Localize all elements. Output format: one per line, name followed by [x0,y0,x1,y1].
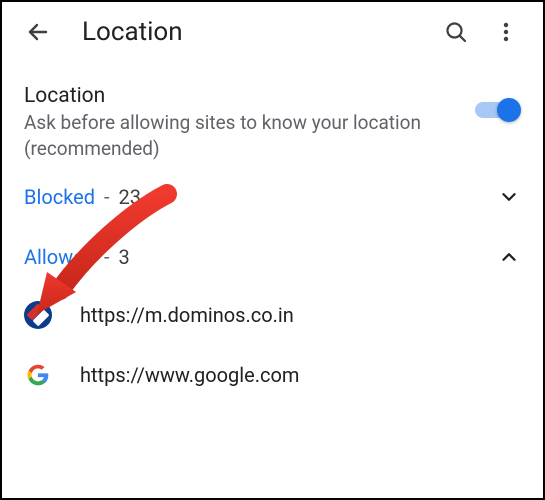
blocked-count: 23 [118,185,140,209]
app-header: Location [2,2,543,62]
blocked-label: Blocked [24,185,95,209]
allowed-count: 3 [119,245,130,269]
location-toggle[interactable] [475,96,521,124]
allowed-site-row[interactable]: https://www.google.com [2,345,543,405]
search-button[interactable] [435,11,477,53]
chevron-up-icon [497,245,521,269]
allowed-label: Allowed [24,245,95,269]
google-favicon-icon [24,361,52,389]
blocked-section[interactable]: Blocked - 23 [2,169,543,225]
site-url: https://www.google.com [80,363,299,387]
site-url: https://m.dominos.co.in [80,303,294,327]
more-button[interactable] [485,11,527,53]
back-arrow-icon [26,20,50,44]
more-vert-icon [494,20,518,44]
header-actions [435,11,527,53]
back-button[interactable] [18,12,58,52]
location-setting: Location Ask before allowing sites to kn… [2,62,543,169]
allowed-section[interactable]: Allowed - 3 [2,225,543,285]
search-icon [444,20,468,44]
allowed-site-row[interactable]: https://m.dominos.co.in [2,285,543,345]
page-title: Location [82,17,435,47]
setting-title: Location [24,84,459,108]
toggle-thumb [497,98,521,122]
dominos-favicon-icon [24,301,52,329]
chevron-down-icon [497,185,521,209]
setting-description: Ask before allowing sites to know your l… [24,110,459,161]
